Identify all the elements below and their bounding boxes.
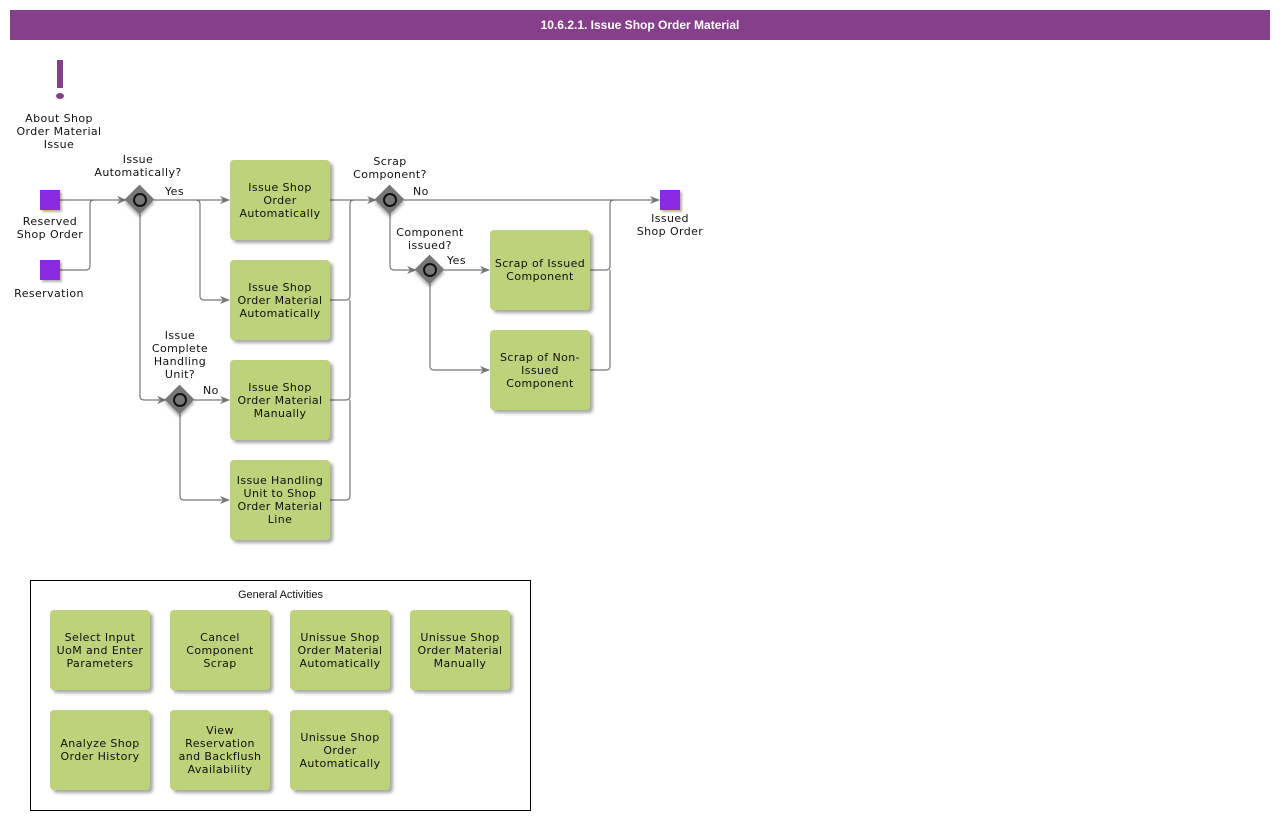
flow-scrap-non-issued-merge xyxy=(590,270,611,371)
flow-scrap-issued-merge xyxy=(590,199,615,271)
flow-task4-merge xyxy=(330,400,351,501)
start-event-reservation[interactable] xyxy=(40,260,60,280)
flow-task2-merge xyxy=(330,199,355,301)
task-label: Unissue Shop Order Automatically xyxy=(299,730,381,770)
activity-unissue-som-manually[interactable]: Unissue Shop Order Material Manually xyxy=(410,610,510,690)
start-event-reserved-shop-order[interactable] xyxy=(40,190,60,210)
task-label: Select Input UoM and Enter Parameters xyxy=(56,630,144,670)
about-label[interactable]: About Shop Order Material Issue xyxy=(10,112,108,151)
task-label: Unissue Shop Order Material Manually xyxy=(417,630,503,670)
flow-task3-merge xyxy=(330,300,351,401)
general-activities-group: General Activities Select Input UoM and … xyxy=(30,580,531,811)
flow-label-yes: Yes xyxy=(447,254,466,267)
flow-label-no: No xyxy=(203,384,219,397)
task-issue-shop-order-automatically[interactable]: Issue Shop Order Automatically xyxy=(230,160,330,240)
task-scrap-issued-component[interactable]: Scrap of Issued Component xyxy=(490,230,590,310)
flow-gw2-to-task4 xyxy=(179,414,230,504)
end-event-issued-shop-order[interactable] xyxy=(660,190,680,210)
activity-unissue-shop-order-automatically[interactable]: Unissue Shop Order Automatically xyxy=(290,710,390,790)
activity-select-input-uom[interactable]: Select Input UoM and Enter Parameters xyxy=(50,610,150,690)
task-label: Issue Shop Order Automatically xyxy=(239,180,321,220)
activity-analyze-shop-order-history[interactable]: Analyze Shop Order History xyxy=(50,710,150,790)
task-label: Issue Handling Unit to Shop Order Materi… xyxy=(236,474,324,526)
flow-gw4-to-scrap-non-issued xyxy=(429,284,490,374)
task-scrap-non-issued-component[interactable]: Scrap of Non-Issued Component xyxy=(490,330,590,410)
end-event-issued-label: Issued Shop Order xyxy=(636,212,704,238)
task-issue-shop-order-material-manually[interactable]: Issue Shop Order Material Manually xyxy=(230,360,330,440)
task-label: Cancel Component Scrap xyxy=(186,630,254,670)
exclamation-icon[interactable] xyxy=(50,56,70,104)
task-issue-shop-order-material-automatically[interactable]: Issue Shop Order Material Automatically xyxy=(230,260,330,340)
task-label: Scrap of Non-Issued Component xyxy=(500,350,580,390)
task-label: View Reservation and Backflush Availabil… xyxy=(178,724,262,776)
flow-gw1-to-task2 xyxy=(195,199,230,304)
activity-view-reservation-backflush[interactable]: View Reservation and Backflush Availabil… xyxy=(170,710,270,790)
general-activities-title: General Activities xyxy=(238,589,323,601)
start-event-reserved-label: Reserved Shop Order xyxy=(16,215,84,241)
gateway-issue-complete-hu-label: Issue Complete Handling Unit? xyxy=(151,329,209,381)
task-label: Issue Shop Order Material Manually xyxy=(237,380,323,420)
gateway-scrap-component-label: Scrap Component? xyxy=(353,155,427,181)
gateway-issue-automatically-label: Issue Automatically? xyxy=(94,153,182,179)
gateway-component-issued-label: Component issued? xyxy=(396,226,464,252)
task-label: Scrap of Issued Component xyxy=(494,257,586,283)
task-label: Issue Shop Order Material Automatically xyxy=(237,280,323,320)
task-label: Unissue Shop Order Material Automaticall… xyxy=(297,630,383,670)
flow-label-no: No xyxy=(413,185,429,198)
task-issue-handling-unit[interactable]: Issue Handling Unit to Shop Order Materi… xyxy=(230,460,330,540)
start-event-reservation-label: Reservation xyxy=(14,287,84,300)
task-label: Analyze Shop Order History xyxy=(60,737,140,763)
flow-label-yes: Yes xyxy=(165,185,184,198)
activity-cancel-component-scrap[interactable]: Cancel Component Scrap xyxy=(170,610,270,690)
activity-unissue-som-automatically[interactable]: Unissue Shop Order Material Automaticall… xyxy=(290,610,390,690)
